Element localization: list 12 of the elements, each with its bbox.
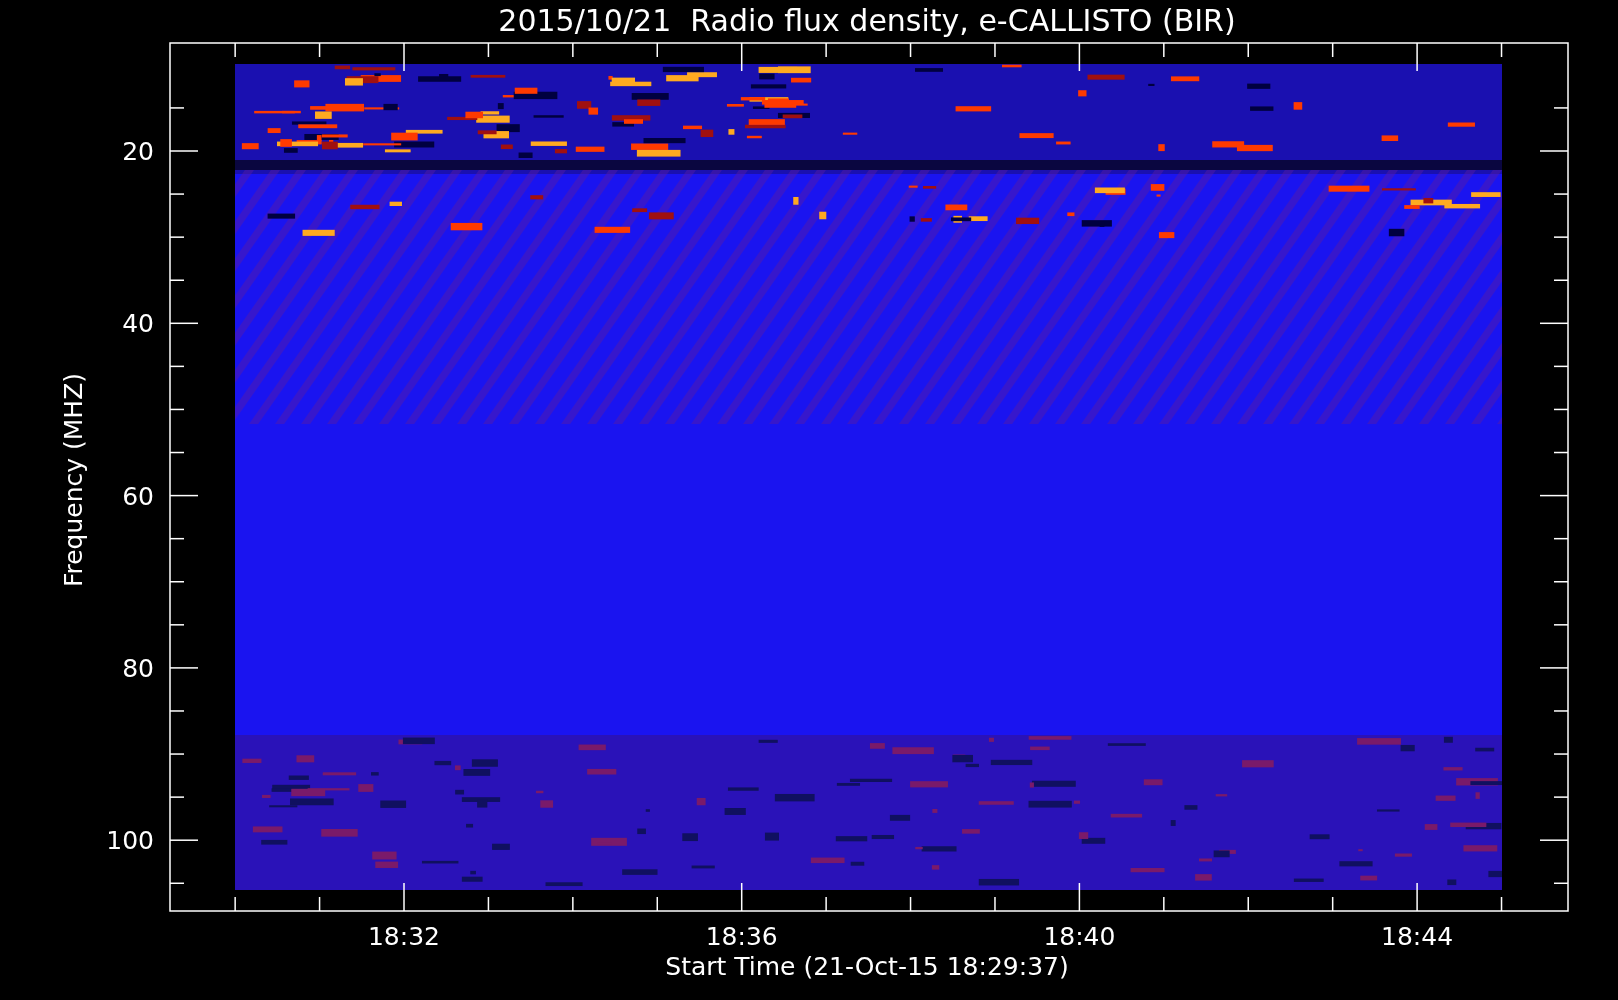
x-tick-label: 18:44 [1381, 922, 1454, 951]
y-tick-label: 100 [106, 826, 154, 856]
x-tick-label: 18:36 [705, 922, 778, 951]
y-tick-label: 40 [122, 309, 154, 339]
chart-title: 2015/10/21 Radio flux density, e-CALLISTO (BIR) [498, 3, 1236, 38]
x-tick-label: 18:40 [1043, 922, 1116, 951]
y-tick-label: 80 [122, 653, 154, 683]
y-axis-label: Frequency (MHZ) [59, 372, 88, 588]
y-tick-label: 20 [122, 137, 154, 166]
y-tick-label: 60 [122, 481, 154, 511]
x-tick-label: 18:32 [368, 922, 440, 951]
x-axis-label: Start Time (21-Oct-15 18:29:37) [665, 952, 1069, 981]
